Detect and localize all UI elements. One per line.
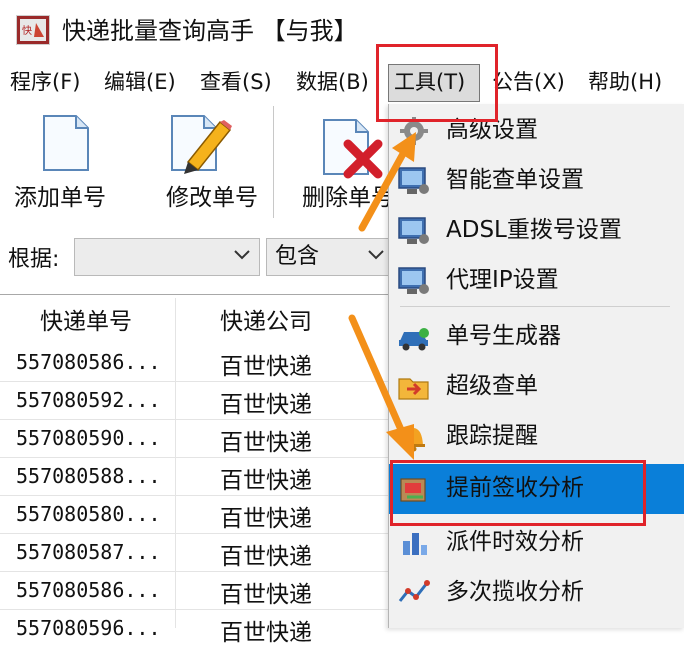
annotation-arrow-up-icon [358, 132, 416, 232]
annotation-arrows [348, 132, 416, 460]
annotation-arrow-down-icon [348, 314, 414, 460]
